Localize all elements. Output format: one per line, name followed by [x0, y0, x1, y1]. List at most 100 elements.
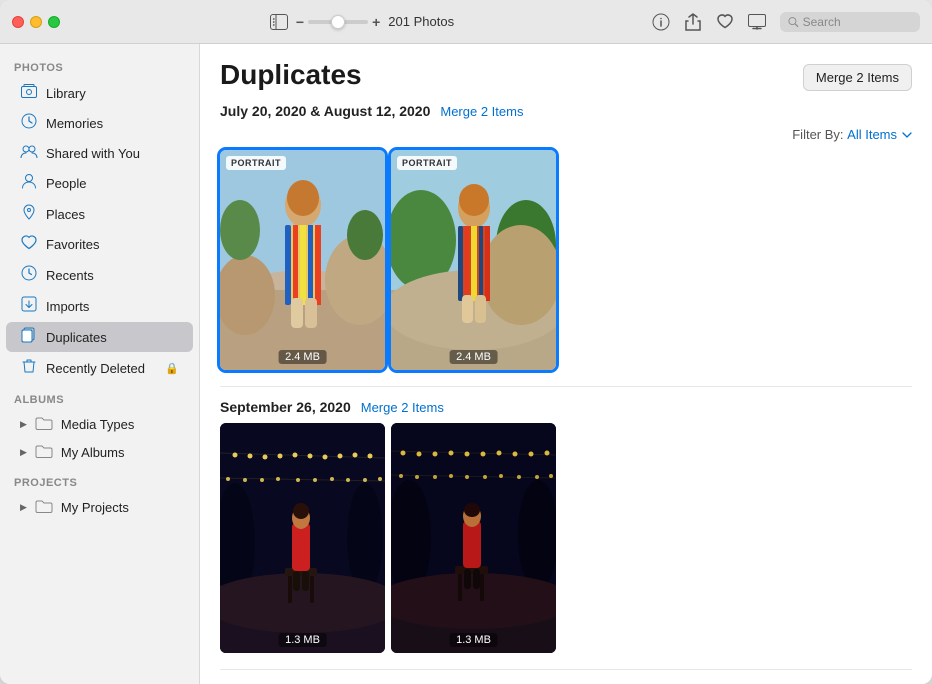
- sidebar-item-recents[interactable]: Recents: [6, 260, 193, 290]
- filter-value: All Items: [847, 127, 897, 142]
- sidebar-item-duplicates[interactable]: Duplicates: [6, 322, 193, 352]
- sidebar-item-my-albums[interactable]: ▶ My Albums: [6, 439, 193, 466]
- sidebar-item-media-types[interactable]: ▶ Media Types: [6, 411, 193, 438]
- merge-items-link-1[interactable]: Merge 2 Items: [440, 104, 523, 119]
- media-types-label: Media Types: [61, 417, 134, 432]
- titlebar-actions: [652, 12, 920, 32]
- sidebar-item-people[interactable]: People: [6, 168, 193, 198]
- photo-size-1: 2.4 MB: [278, 350, 327, 364]
- search-input[interactable]: [803, 15, 912, 29]
- favorites-label: Favorites: [46, 237, 179, 252]
- photos-section-label: Photos: [0, 52, 199, 78]
- duplicates-label: Duplicates: [46, 330, 179, 345]
- my-projects-folder-icon: [35, 499, 53, 516]
- my-albums-folder-icon: [35, 444, 53, 461]
- library-label: Library: [46, 86, 179, 101]
- favorites-icon: [20, 235, 38, 254]
- places-label: Places: [46, 207, 179, 222]
- maximize-button[interactable]: [48, 16, 60, 28]
- photo-image-2: [391, 150, 556, 370]
- group-header-3: September 26, 2020 Merge 3 Items: [200, 670, 932, 684]
- zoom-slider-thumb: [331, 15, 345, 29]
- zoom-control[interactable]: − +: [296, 14, 380, 30]
- share-button[interactable]: [684, 13, 702, 31]
- sidebar-item-memories[interactable]: Memories: [6, 108, 193, 138]
- info-button[interactable]: [652, 13, 670, 31]
- shared-label: Shared with You: [46, 146, 179, 161]
- recents-icon: [20, 265, 38, 285]
- sidebar-item-favorites[interactable]: Favorites: [6, 230, 193, 259]
- minimize-button[interactable]: [30, 16, 42, 28]
- photo-card-2[interactable]: PORTRAIT 2.4 MB: [391, 150, 556, 370]
- night-svg-1: [220, 423, 385, 653]
- zoom-in-button[interactable]: +: [372, 14, 380, 30]
- merge-items-link-2[interactable]: Merge 2 Items: [361, 400, 444, 415]
- sidebar-item-my-projects[interactable]: ▶ My Projects: [6, 494, 193, 521]
- group-header-2: September 26, 2020 Merge 2 Items: [200, 387, 932, 423]
- filter-dropdown[interactable]: All Items: [847, 127, 912, 142]
- photo-card-4[interactable]: 1.3 MB: [391, 423, 556, 653]
- titlebar: − + 201 Photos: [0, 0, 932, 44]
- my-projects-arrow-icon: ▶: [20, 502, 27, 513]
- page-title: Duplicates: [220, 60, 362, 91]
- sidebar: Photos Library M: [0, 44, 200, 684]
- photo-image-4: [391, 423, 556, 653]
- photos-grid-2: 1.3 MB: [200, 423, 932, 669]
- shared-icon: [20, 144, 38, 162]
- sidebar-item-shared[interactable]: Shared with You: [6, 139, 193, 167]
- recently-deleted-icon: [20, 358, 38, 378]
- merge-all-button[interactable]: Merge 2 Items: [803, 64, 912, 91]
- portrait-svg-2: [391, 150, 556, 370]
- traffic-lights: [12, 16, 60, 28]
- library-icon: [20, 84, 38, 102]
- zoom-out-button[interactable]: −: [296, 14, 304, 30]
- search-icon: [788, 16, 799, 28]
- recently-deleted-label: Recently Deleted: [46, 361, 157, 376]
- content-scroll: Duplicates Merge 2 Items July 20, 2020 &…: [200, 44, 932, 684]
- recents-label: Recents: [46, 268, 179, 283]
- sidebar-item-imports[interactable]: Imports: [6, 291, 193, 321]
- close-button[interactable]: [12, 16, 24, 28]
- content-header: Duplicates Merge 2 Items: [200, 44, 932, 91]
- sidebar-toggle-button[interactable]: [270, 14, 288, 30]
- photo-image-1: [220, 150, 385, 370]
- memories-label: Memories: [46, 116, 179, 131]
- slideshow-button[interactable]: [748, 14, 766, 30]
- sidebar-item-recently-deleted[interactable]: Recently Deleted 🔒: [6, 353, 193, 383]
- photo-size-2: 2.4 MB: [449, 350, 498, 364]
- group-date-2: September 26, 2020: [220, 399, 351, 415]
- projects-section-label: Projects: [0, 467, 199, 493]
- lock-icon: 🔒: [165, 362, 179, 375]
- photo-card-3[interactable]: 1.3 MB: [220, 423, 385, 653]
- zoom-slider[interactable]: [308, 20, 368, 24]
- sidebar-item-library[interactable]: Library: [6, 79, 193, 107]
- group-header-1: July 20, 2020 & August 12, 2020 Merge 2 …: [200, 91, 932, 127]
- filter-label: Filter By:: [792, 127, 843, 142]
- filter-arrow-icon: [902, 132, 912, 138]
- titlebar-center: − + 201 Photos: [72, 14, 652, 30]
- imports-label: Imports: [46, 299, 179, 314]
- group-date-1: July 20, 2020 & August 12, 2020: [220, 103, 430, 119]
- favorite-button[interactable]: [716, 13, 734, 31]
- media-types-arrow-icon: ▶: [20, 419, 27, 430]
- photo-size-4: 1.3 MB: [449, 633, 498, 647]
- main-layout: Photos Library M: [0, 44, 932, 684]
- search-box[interactable]: [780, 12, 920, 32]
- media-types-folder-icon: [35, 416, 53, 433]
- photos-grid-1: PORTRAIT 2.4 MB: [200, 150, 932, 386]
- sidebar-item-places[interactable]: Places: [6, 199, 193, 229]
- memories-icon: [20, 113, 38, 133]
- app-window: − + 201 Photos: [0, 0, 932, 684]
- photo-badge-2: PORTRAIT: [397, 156, 457, 170]
- my-projects-label: My Projects: [61, 500, 129, 515]
- photo-count: 201 Photos: [388, 14, 454, 29]
- photo-size-3: 1.3 MB: [278, 633, 327, 647]
- my-albums-label: My Albums: [61, 445, 125, 460]
- albums-section-label: Albums: [0, 384, 199, 410]
- photo-badge-1: PORTRAIT: [226, 156, 286, 170]
- photo-card-1[interactable]: PORTRAIT 2.4 MB: [220, 150, 385, 370]
- imports-icon: [20, 296, 38, 316]
- content-area: Duplicates Merge 2 Items July 20, 2020 &…: [200, 44, 932, 684]
- portrait-svg-1: [220, 150, 385, 370]
- people-icon: [20, 173, 38, 193]
